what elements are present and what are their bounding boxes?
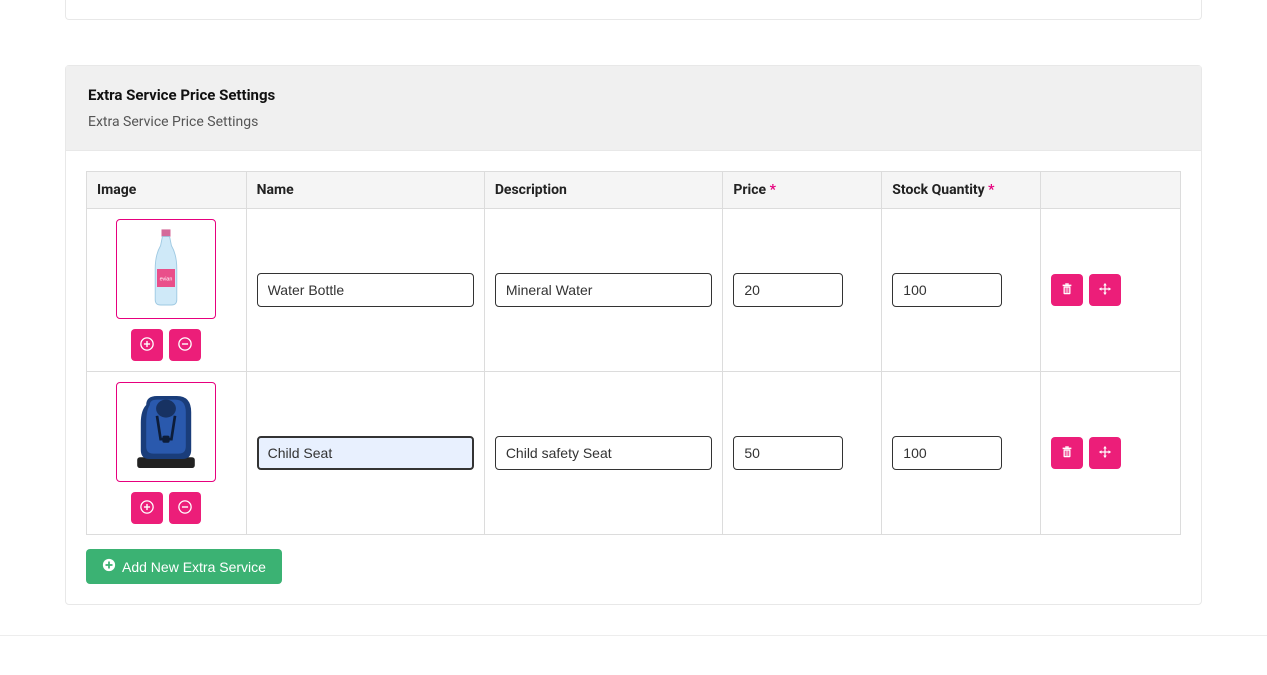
column-header-stock: Stock Quantity * xyxy=(882,172,1041,209)
svg-text:evian: evian xyxy=(160,277,173,283)
image-add-button[interactable] xyxy=(131,329,163,361)
stock-input[interactable] xyxy=(892,436,1002,470)
column-header-actions xyxy=(1041,172,1181,209)
card-subtitle: Extra Service Price Settings xyxy=(88,114,1179,130)
stock-cell xyxy=(882,372,1041,535)
minus-icon xyxy=(178,337,192,354)
description-cell xyxy=(484,372,723,535)
name-cell xyxy=(246,372,484,535)
plus-circle-icon xyxy=(102,558,116,575)
add-new-extra-service-button[interactable]: Add New Extra Service xyxy=(86,549,282,584)
column-header-image: Image xyxy=(87,172,247,209)
delete-row-button[interactable] xyxy=(1051,437,1083,469)
add-button-label: Add New Extra Service xyxy=(122,559,266,575)
move-row-button[interactable] xyxy=(1089,274,1121,306)
price-cell xyxy=(723,372,882,535)
page-divider xyxy=(0,635,1267,675)
extra-service-table: Image Name Description Price * Stock Qua… xyxy=(86,171,1181,535)
card-body: Image Name Description Price * Stock Qua… xyxy=(66,151,1201,604)
move-row-button[interactable] xyxy=(1089,437,1121,469)
card-header: Extra Service Price Settings Extra Servi… xyxy=(66,66,1201,151)
item-image[interactable] xyxy=(116,382,216,482)
image-remove-button[interactable] xyxy=(169,492,201,524)
trash-icon xyxy=(1060,445,1074,462)
minus-icon xyxy=(178,500,192,517)
stock-cell xyxy=(882,209,1041,372)
table-row xyxy=(87,372,1181,535)
name-input[interactable] xyxy=(257,436,474,470)
required-marker: * xyxy=(770,182,776,198)
action-buttons xyxy=(1051,274,1170,306)
price-cell xyxy=(723,209,882,372)
plus-icon xyxy=(140,337,154,354)
column-header-price: Price * xyxy=(723,172,882,209)
trash-icon xyxy=(1060,282,1074,299)
price-input[interactable] xyxy=(733,273,843,307)
column-header-stock-text: Stock Quantity xyxy=(892,182,984,198)
column-header-description: Description xyxy=(484,172,723,209)
description-input[interactable] xyxy=(495,436,713,470)
image-cell: evian xyxy=(87,209,247,372)
name-input[interactable] xyxy=(257,273,474,307)
price-input[interactable] xyxy=(733,436,843,470)
action-buttons xyxy=(1051,437,1170,469)
extra-service-settings-card: Extra Service Price Settings Extra Servi… xyxy=(65,65,1202,605)
move-icon xyxy=(1098,282,1112,299)
image-buttons xyxy=(97,329,236,361)
previous-card-bottom-edge xyxy=(65,0,1202,20)
move-icon xyxy=(1098,445,1112,462)
description-cell xyxy=(484,209,723,372)
item-image[interactable]: evian xyxy=(116,219,216,319)
plus-icon xyxy=(140,500,154,517)
column-header-price-text: Price xyxy=(733,182,766,198)
table-row: evian xyxy=(87,209,1181,372)
description-input[interactable] xyxy=(495,273,713,307)
stock-input[interactable] xyxy=(892,273,1002,307)
image-remove-button[interactable] xyxy=(169,329,201,361)
name-cell xyxy=(246,209,484,372)
actions-cell xyxy=(1041,372,1181,535)
image-buttons xyxy=(97,492,236,524)
actions-cell xyxy=(1041,209,1181,372)
column-header-name: Name xyxy=(246,172,484,209)
image-add-button[interactable] xyxy=(131,492,163,524)
delete-row-button[interactable] xyxy=(1051,274,1083,306)
card-title: Extra Service Price Settings xyxy=(88,86,1179,104)
required-marker: * xyxy=(988,182,994,198)
image-cell xyxy=(87,372,247,535)
